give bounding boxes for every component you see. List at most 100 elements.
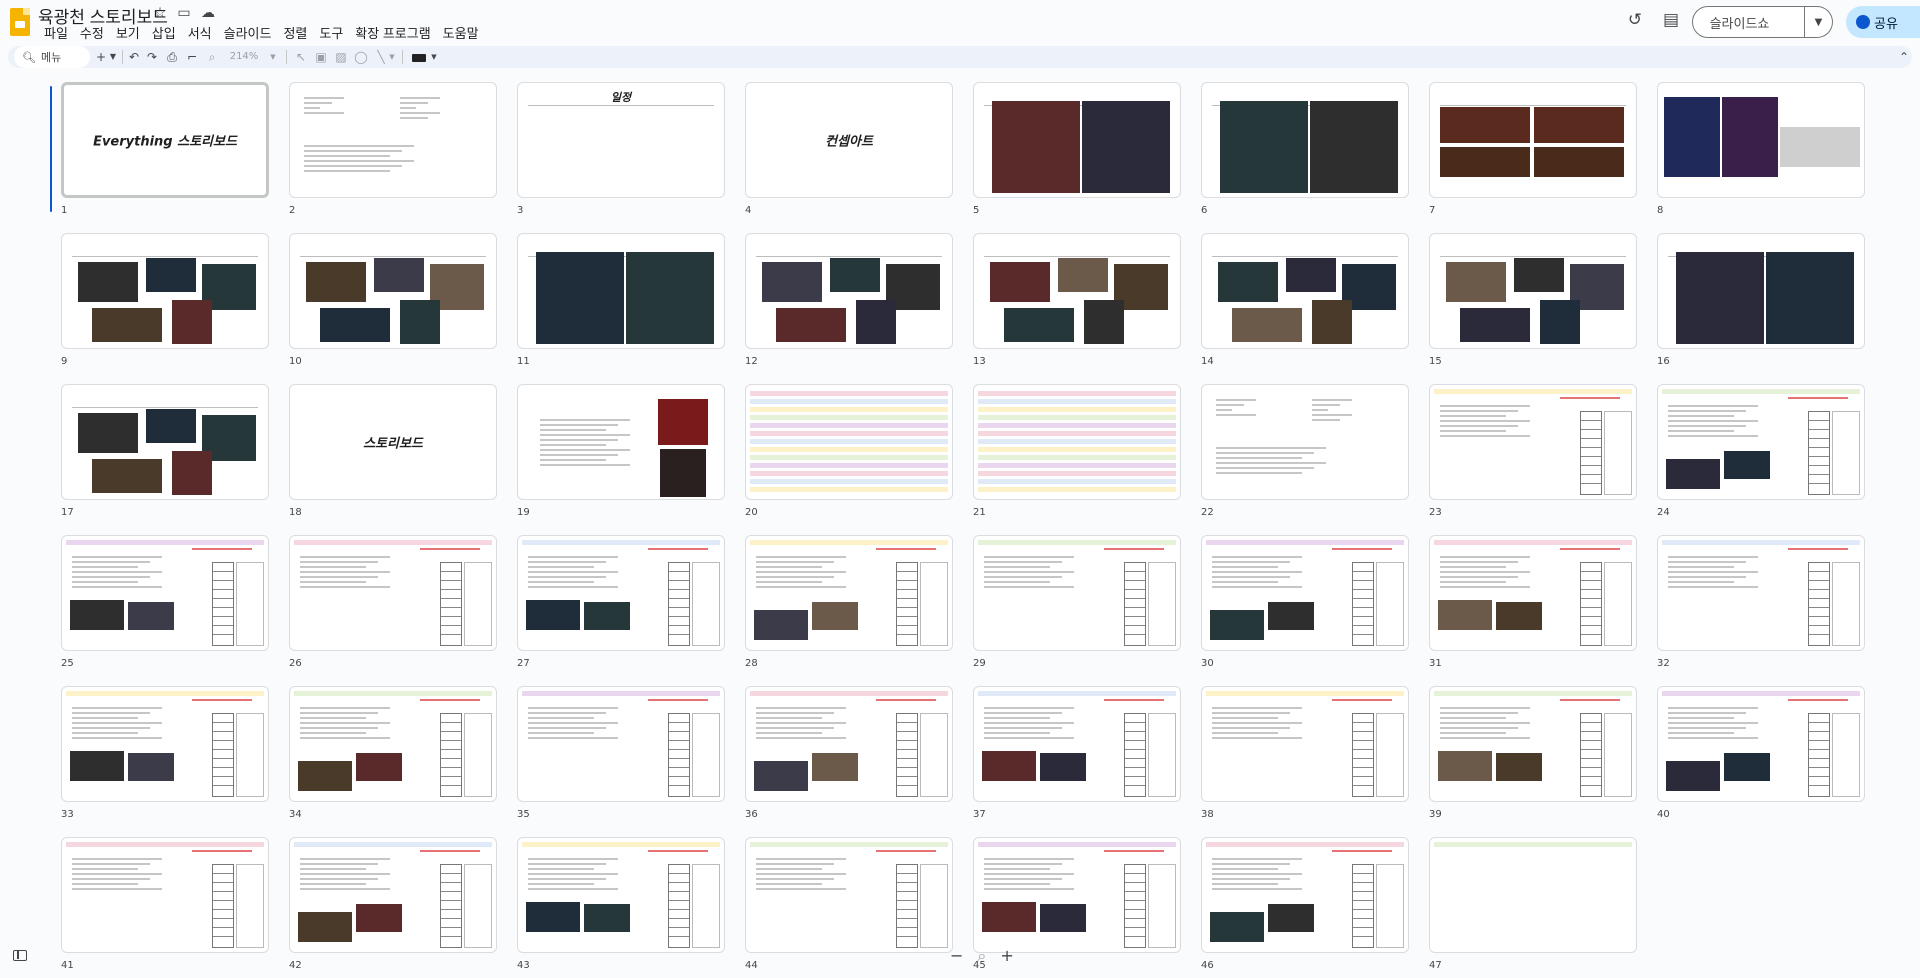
text-line	[1212, 586, 1302, 588]
slide-number: 20	[745, 507, 758, 518]
slide-thumbnail[interactable]	[1429, 82, 1637, 198]
slide-thumbnail[interactable]	[745, 686, 953, 802]
slide-thumbnail[interactable]	[1201, 837, 1409, 953]
board-header	[978, 842, 1176, 847]
zoom-in-icon[interactable]: +	[1000, 946, 1013, 968]
thumbnail-image	[400, 300, 440, 344]
slide-thumbnail[interactable]	[745, 535, 953, 651]
slide-thumbnail[interactable]	[1201, 686, 1409, 802]
slide-thumbnail[interactable]	[745, 384, 953, 500]
thumbnail-image	[660, 449, 706, 497]
title-divider	[300, 256, 486, 257]
text-line	[1212, 717, 1278, 719]
text-line	[300, 707, 390, 709]
slide-thumbnail[interactable]	[289, 686, 497, 802]
sheet-row	[978, 391, 1176, 396]
slide-thumbnail[interactable]	[517, 233, 725, 349]
slide-thumbnail[interactable]	[1657, 233, 1865, 349]
slide-thumbnail[interactable]	[745, 837, 953, 953]
slide-number: 12	[745, 356, 758, 367]
sheet-row	[978, 447, 1176, 452]
sheet-row	[750, 415, 948, 420]
slide-thumbnail[interactable]	[289, 535, 497, 651]
slide-thumbnail[interactable]: Everything 스토리보드	[61, 82, 269, 198]
slide-thumbnail[interactable]	[1429, 233, 1637, 349]
slide-thumbnail[interactable]	[61, 686, 269, 802]
text-line	[1668, 737, 1758, 739]
text-line	[1212, 722, 1302, 724]
text-line	[1440, 556, 1530, 558]
slide-thumbnail[interactable]	[1657, 686, 1865, 802]
slide-thumbnail[interactable]: 스토리보드	[289, 384, 497, 500]
slide-thumbnail[interactable]	[1201, 535, 1409, 651]
text-line	[1668, 586, 1758, 588]
shot-table	[1124, 562, 1146, 646]
thumbnail-image	[776, 308, 846, 342]
board-header	[1434, 389, 1632, 394]
text-line	[984, 566, 1050, 568]
note-line	[1332, 548, 1392, 550]
text-line	[400, 97, 440, 99]
slide-number: 13	[973, 356, 986, 367]
text-line	[1212, 556, 1302, 558]
thumbnail-image	[70, 751, 124, 781]
slide-thumbnail[interactable]	[973, 686, 1181, 802]
slide-thumbnail[interactable]	[61, 837, 269, 953]
slide-thumbnail[interactable]	[745, 233, 953, 349]
slide-thumbnail[interactable]	[517, 535, 725, 651]
slide-thumbnail[interactable]	[1201, 233, 1409, 349]
slide-thumbnail[interactable]: 일정	[517, 82, 725, 198]
slide-thumbnail[interactable]	[517, 837, 725, 953]
slide-thumbnail[interactable]	[1429, 535, 1637, 651]
slide-thumbnail[interactable]	[1657, 82, 1865, 198]
slide-thumbnail[interactable]	[973, 535, 1181, 651]
slide-thumbnail[interactable]	[1429, 686, 1637, 802]
slide-thumbnail[interactable]	[973, 384, 1181, 500]
zoom-out-icon[interactable]: −	[950, 946, 963, 968]
text-line	[1440, 420, 1530, 422]
text-line	[304, 150, 402, 152]
slide-thumbnail[interactable]	[61, 384, 269, 500]
slide-title: 일정	[610, 91, 632, 104]
text-line	[72, 712, 150, 714]
panel-toggle-icon[interactable]	[13, 950, 27, 961]
text-line	[528, 707, 618, 709]
text-line	[72, 873, 162, 875]
slide-thumbnail[interactable]	[289, 233, 497, 349]
slide-thumbnail[interactable]	[1657, 384, 1865, 500]
slide-number: 31	[1429, 658, 1442, 669]
slide-thumbnail[interactable]	[1429, 837, 1637, 953]
thumbnail-image	[584, 602, 630, 630]
slide-thumbnail[interactable]	[289, 837, 497, 953]
slide-thumbnail[interactable]	[1201, 384, 1409, 500]
text-line	[984, 858, 1074, 860]
thumbnail-image	[1210, 912, 1264, 942]
thumbnail-image	[526, 600, 580, 630]
thumbnail-image	[1058, 258, 1108, 292]
text-line	[1212, 868, 1278, 870]
slide-thumbnail[interactable]	[973, 82, 1181, 198]
slide-thumbnail[interactable]	[973, 837, 1181, 953]
slide-thumbnail[interactable]	[973, 233, 1181, 349]
thumbnail-image	[1440, 107, 1530, 143]
slide-thumbnail[interactable]	[61, 233, 269, 349]
slide-thumbnail[interactable]: 컨셉아트	[745, 82, 953, 198]
sheet-row	[978, 399, 1176, 404]
slide-thumbnail[interactable]	[517, 686, 725, 802]
slide-number: 4	[745, 205, 752, 216]
slide-thumbnail[interactable]	[517, 384, 725, 500]
slide-thumbnail[interactable]	[1657, 535, 1865, 651]
thumbnail-image	[92, 308, 162, 342]
slide-number: 3	[517, 205, 524, 216]
thumbnail-image	[982, 902, 1036, 932]
text-line	[1212, 581, 1278, 583]
slide-number: 26	[289, 658, 302, 669]
text-line	[300, 586, 390, 588]
slide-thumbnail[interactable]	[1429, 384, 1637, 500]
slide-thumbnail[interactable]	[1201, 82, 1409, 198]
sheet-row	[978, 431, 1176, 436]
slide-thumbnail[interactable]	[61, 535, 269, 651]
board-header	[1206, 691, 1404, 696]
text-line	[72, 727, 150, 729]
slide-thumbnail[interactable]	[289, 82, 497, 198]
